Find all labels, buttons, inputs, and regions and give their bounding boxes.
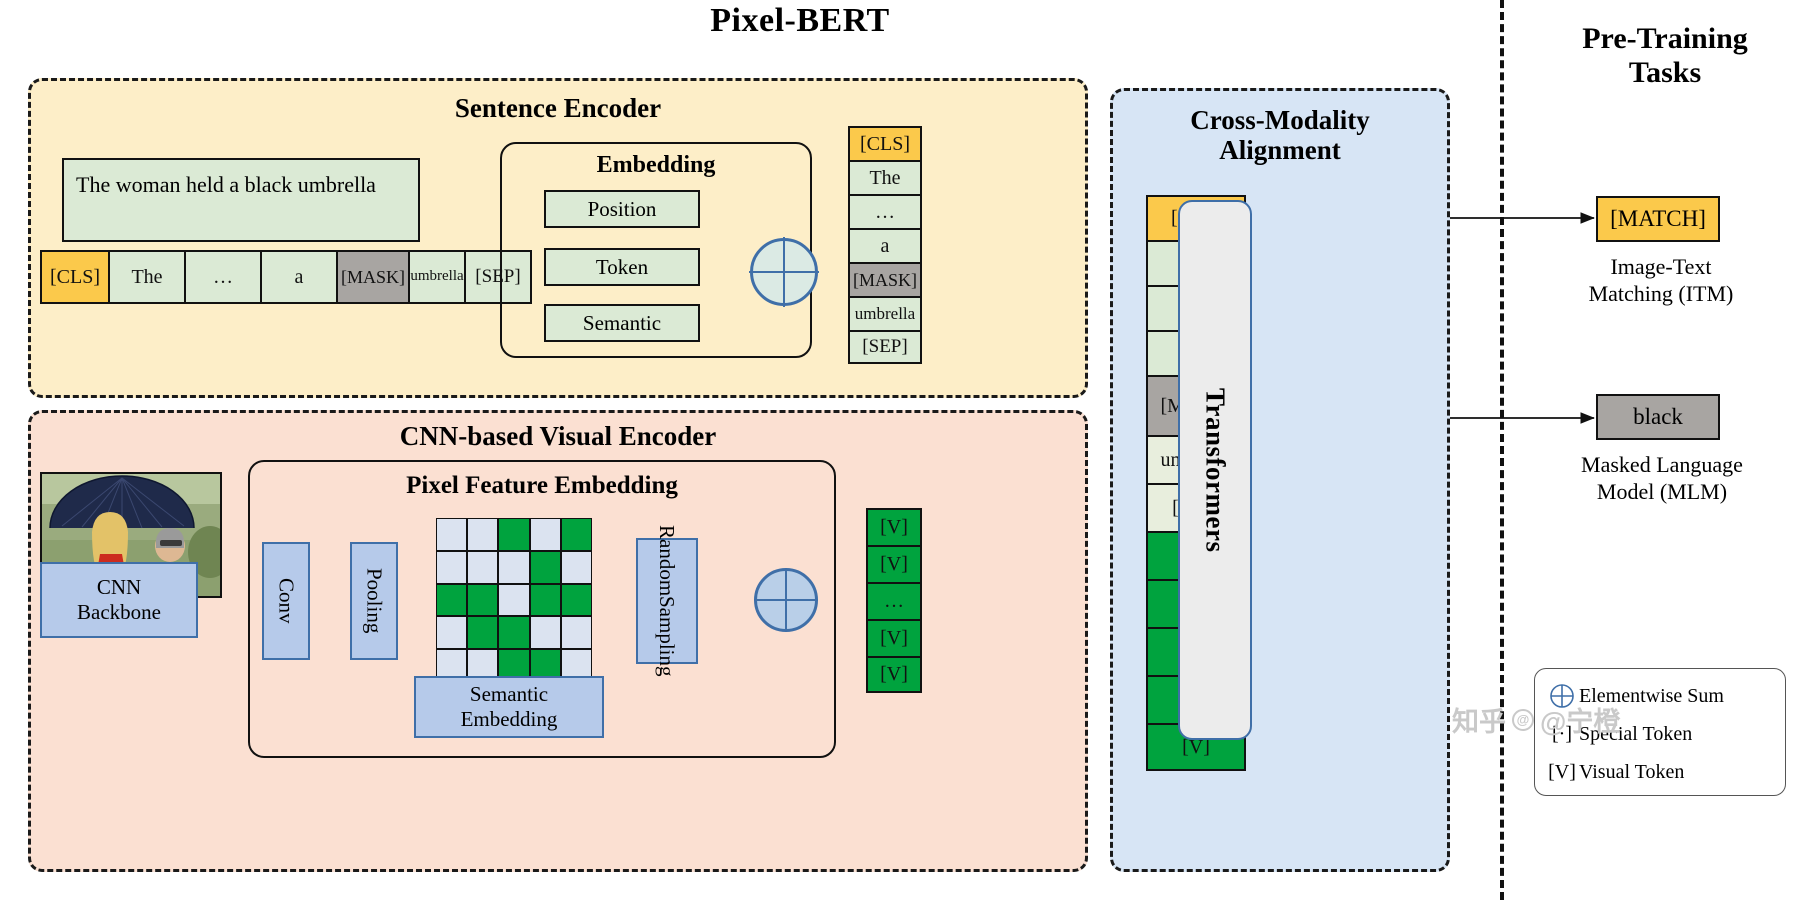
token-cell[interactable]: The: [108, 250, 184, 304]
diagram-canvas: Pixel-BERT Pre-Training Tasks Sentence E…: [0, 0, 1800, 900]
random-sampling-box[interactable]: Random Sampling: [636, 525, 698, 677]
watermark: 知乎 @ @宁橙: [1452, 700, 1620, 739]
sentence-encoder-title: Sentence Encoder: [454, 93, 662, 123]
output-token-cell[interactable]: The: [848, 160, 922, 194]
pixel-grid-cell: [436, 550, 468, 584]
itm-caption-line2: Matching (ITM): [1588, 280, 1734, 306]
pixel-grid-cell: [560, 518, 592, 551]
visual-token-cell[interactable]: [V]: [866, 508, 922, 545]
pretraining-title-line1: Pre-Training: [1582, 22, 1748, 55]
output-token-cell[interactable]: umbrella: [848, 296, 922, 330]
visual-output-token-column: [V] [V] … [V] [V]: [866, 508, 922, 693]
visual-token-cell[interactable]: …: [866, 582, 922, 619]
output-token-cell[interactable]: [CLS]: [848, 126, 922, 160]
pixel-grid-cell: [560, 550, 592, 584]
pixel-grid-cell: [560, 616, 592, 650]
pixel-grid-cell: [529, 518, 561, 551]
output-token-cell[interactable]: [MASK]: [848, 262, 922, 296]
watermark-at-icon: @: [1512, 708, 1534, 731]
mlm-output-box[interactable]: black: [1596, 394, 1720, 440]
itm-caption: Image-Text Matching (ITM): [1548, 254, 1774, 308]
pixel-grid-cell: [529, 583, 561, 617]
legend-label-visual-token: Visual Token: [1579, 761, 1685, 783]
token-cell[interactable]: a: [260, 250, 336, 304]
output-token-cell[interactable]: …: [848, 194, 922, 228]
pixel-grid-cell: [467, 550, 499, 584]
mlm-caption-line2: Model (MLM): [1596, 478, 1728, 504]
pixel-grid-cell: [498, 583, 530, 617]
transformers-box[interactable]: Transformers: [1178, 200, 1252, 740]
elementwise-sum-icon-text: [749, 237, 819, 307]
page-title: Pixel-BERT: [710, 2, 890, 39]
pooling-label: Pooling: [362, 568, 387, 634]
section-divider: [1500, 0, 1504, 900]
cnn-backbone-box[interactable]: CNN Backbone: [40, 562, 198, 638]
visual-token-cell[interactable]: [V]: [866, 656, 922, 693]
mlm-caption: Masked Language Model (MLM): [1538, 452, 1786, 506]
cnn-backbone-label-line1: CNN: [96, 574, 142, 599]
token-cell[interactable]: [CLS]: [40, 250, 108, 304]
cross-modality-title-line2: Alignment: [1219, 135, 1341, 166]
pooling-box[interactable]: Pooling: [350, 542, 398, 660]
token-strip: [CLS] The … a [MASK] umbrella [SEP]: [40, 250, 532, 304]
output-token-cell[interactable]: a: [848, 228, 922, 262]
random-sampling-label-line1: Random: [655, 525, 680, 597]
cross-modality-title-line1: Cross-Modality: [1190, 105, 1370, 135]
output-token-cell[interactable]: [SEP]: [848, 330, 922, 364]
pixel-grid-cell: [467, 518, 499, 551]
pretraining-tasks-title: Pre-Training Tasks: [1540, 22, 1790, 89]
elementwise-sum-icon-visual: [753, 567, 819, 633]
match-output-box[interactable]: [MATCH]: [1596, 196, 1720, 242]
cnn-backbone-label-line2: Backbone: [77, 600, 161, 624]
semantic-embedding-label-line1: Semantic: [469, 681, 549, 706]
pixel-feature-grid: [436, 518, 592, 682]
visual-token-icon: [V]: [1548, 761, 1576, 783]
pixel-grid-cell: [498, 616, 530, 650]
input-sentence-box: The woman held a black umbrella: [62, 158, 420, 242]
visual-token-cell[interactable]: [V]: [866, 619, 922, 656]
conv-label: Conv: [274, 578, 299, 624]
pixel-grid-cell: [436, 583, 468, 617]
embedding-item-position[interactable]: Position: [544, 190, 700, 228]
conv-box[interactable]: Conv: [262, 542, 310, 660]
pixel-grid-cell: [529, 550, 561, 584]
visual-token-cell[interactable]: [V]: [866, 545, 922, 582]
pixel-feature-embedding-title: Pixel Feature Embedding: [406, 472, 678, 499]
visual-encoder-title: CNN-based Visual Encoder: [399, 421, 717, 451]
pixel-grid-cell: [436, 616, 468, 650]
transformers-label: Transformers: [1200, 387, 1231, 553]
embedding-title: Embedding: [596, 152, 716, 178]
pixel-grid-cell: [498, 550, 530, 584]
pixel-grid-cell: [436, 518, 468, 551]
mlm-caption-line1: Masked Language: [1581, 452, 1743, 477]
semantic-embedding-label-line2: Embedding: [460, 707, 558, 731]
watermark-brand: 知乎: [1452, 707, 1506, 737]
token-cell[interactable]: [MASK]: [336, 250, 408, 304]
pixel-grid-cell: [467, 583, 499, 617]
semantic-embedding-box[interactable]: Semantic Embedding: [414, 676, 604, 738]
embedding-item-semantic[interactable]: Semantic: [544, 304, 700, 342]
random-sampling-label-line2: Sampling: [655, 596, 680, 677]
token-cell[interactable]: umbrella: [408, 250, 464, 304]
itm-caption-line1: Image-Text: [1610, 254, 1712, 279]
pixel-grid-cell: [560, 583, 592, 617]
pixel-grid-cell: [467, 616, 499, 650]
sentence-output-token-column: [CLS] The … a [MASK] umbrella [SEP]: [848, 126, 922, 364]
watermark-handle: @宁橙: [1540, 707, 1621, 737]
pixel-grid-cell: [529, 616, 561, 650]
legend-item-visual-token: [V] Visual Token: [1545, 761, 1684, 784]
pixel-grid-cell: [498, 518, 530, 551]
embedding-item-token[interactable]: Token: [544, 248, 700, 286]
pretraining-title-line2: Tasks: [1628, 55, 1702, 89]
token-cell[interactable]: …: [184, 250, 260, 304]
